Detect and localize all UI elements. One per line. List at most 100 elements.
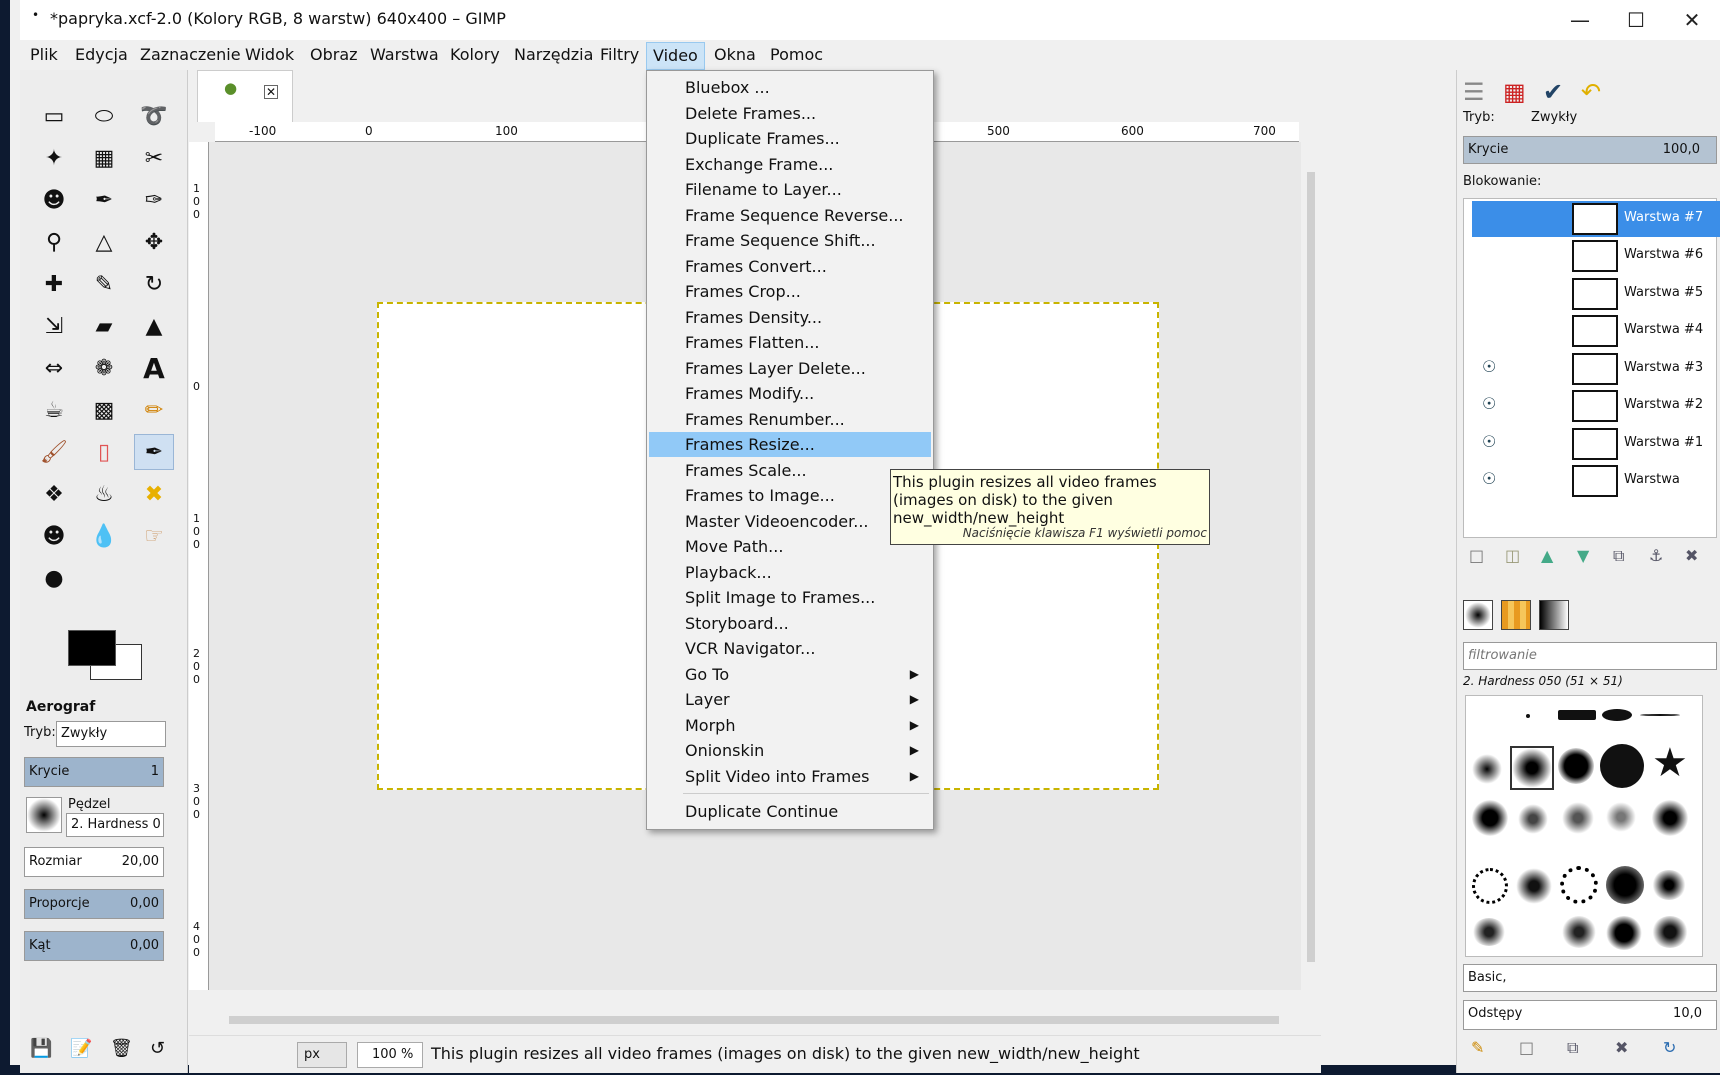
menu-item-frame-sequence-reverse[interactable]: Frame Sequence Reverse... — [649, 203, 931, 228]
foreground-select-icon[interactable]: ☻ — [34, 182, 74, 218]
ellipse-select-icon[interactable]: ⬭ — [84, 98, 124, 134]
brush-swatch[interactable] — [1560, 866, 1598, 904]
angle-slider[interactable]: Kąt 0,00 — [24, 931, 164, 961]
menu-obraz[interactable]: Obraz — [310, 44, 358, 68]
menu-narzedzia[interactable]: Narzędzia — [514, 44, 593, 68]
brush-filter-input[interactable]: filtrowanie — [1463, 642, 1717, 670]
visibility-eye-icon[interactable]: ☉ — [1482, 357, 1496, 376]
brush-swatch[interactable] — [1606, 802, 1636, 832]
menu-item-split-video-into-frames[interactable]: Split Video into Frames ▶ — [649, 764, 931, 789]
menu-item-layer[interactable]: Layer ▶ — [649, 687, 931, 712]
brush-select[interactable]: 2. Hardness 0 — [66, 813, 164, 837]
menu-item-playback[interactable]: Playback... — [649, 560, 931, 585]
flip-icon[interactable]: ⇔ — [34, 350, 74, 386]
scale-icon[interactable]: ⇲ — [34, 308, 74, 344]
menu-item-frames-density[interactable]: Frames Density... — [649, 305, 931, 330]
new-brush-icon[interactable]: □ — [1519, 1038, 1534, 1057]
visibility-eye-icon[interactable]: ☉ — [1482, 394, 1496, 413]
scroll-thumb[interactable] — [1307, 172, 1315, 962]
move-icon[interactable]: ✥ — [134, 224, 174, 260]
ink-icon[interactable]: ❖ — [34, 476, 74, 512]
refresh-brushes-icon[interactable]: ↻ — [1663, 1038, 1676, 1057]
edit-brush-icon[interactable]: ✎ — [1471, 1038, 1484, 1057]
duplicate-brush-icon[interactable]: ⧉ — [1567, 1038, 1578, 1058]
patterns-tab-icon[interactable] — [1501, 600, 1531, 630]
layer-row[interactable]: ☉ Warstwa #1 — [1472, 426, 1720, 462]
menu-kolory[interactable]: Kolory — [450, 44, 500, 68]
layers-tab-icon[interactable]: ☰ — [1463, 78, 1485, 106]
menu-item-frames-renumber[interactable]: Frames Renumber... — [649, 407, 931, 432]
perspective-clone-icon[interactable]: ☻ — [34, 518, 74, 554]
paths-icon[interactable]: ✒ — [84, 182, 124, 218]
menu-item-frames-layer-delete[interactable]: Frames Layer Delete... — [649, 356, 931, 381]
brush-swatch[interactable] — [1606, 916, 1642, 950]
layer-row[interactable]: Warstwa #4 — [1472, 313, 1720, 349]
minimize-button[interactable]: — — [1552, 0, 1608, 40]
close-tab-icon[interactable]: ✕ — [264, 85, 278, 99]
rect-select-icon[interactable]: ▭ — [34, 98, 74, 134]
menu-item-duplicate-frames[interactable]: Duplicate Frames... — [649, 126, 931, 151]
brush-swatch[interactable] — [1600, 744, 1644, 788]
menu-widok[interactable]: Widok — [245, 44, 294, 68]
dodge-burn-icon[interactable]: ● — [34, 560, 74, 596]
menu-item-vcr-navigator[interactable]: VCR Navigator... — [649, 636, 931, 661]
heal-icon[interactable]: ✖ — [134, 476, 174, 512]
mode-select[interactable]: Zwykły — [56, 721, 166, 747]
scissors-icon[interactable]: ✂ — [134, 140, 174, 176]
horizontal-scrollbar[interactable] — [209, 1010, 1301, 1030]
layer-row[interactable]: ☉ Warstwa #3 — [1472, 351, 1720, 387]
gradient-icon[interactable]: ▩ — [84, 392, 124, 428]
brush-swatch[interactable] — [1558, 748, 1594, 784]
unit-select[interactable]: px — [297, 1042, 347, 1068]
zoom-select[interactable]: 100 % — [357, 1042, 423, 1068]
brush-swatch[interactable] — [1640, 714, 1680, 716]
brush-preview[interactable] — [26, 797, 62, 833]
menu-item-filename-to-layer[interactable]: Filename to Layer... — [649, 177, 931, 202]
menu-item-exchange-frame[interactable]: Exchange Frame... — [649, 152, 931, 177]
image-tab[interactable]: ● ✕ — [197, 70, 293, 122]
menu-zaznaczenie[interactable]: Zaznaczenie — [140, 44, 241, 68]
delete-options-icon[interactable]: 🗑 — [110, 1038, 133, 1059]
brush-swatch[interactable] — [1516, 868, 1552, 904]
menu-okna[interactable]: Okna — [714, 44, 756, 68]
menu-item-split-image-to-frames[interactable]: Split Image to Frames... — [649, 585, 931, 610]
duplicate-layer-icon[interactable]: ⧉ — [1613, 546, 1624, 566]
anchor-layer-icon[interactable]: ⚓ — [1649, 546, 1663, 565]
menu-item-duplicate-continue[interactable]: Duplicate Continue — [649, 799, 931, 824]
brush-swatch[interactable] — [1652, 916, 1688, 948]
smudge-icon[interactable]: ☞ — [134, 518, 174, 554]
menu-item-frames-flatten[interactable]: Frames Flatten... — [649, 330, 931, 355]
cage-icon[interactable]: ❁ — [84, 350, 124, 386]
new-layer-icon[interactable]: □ — [1469, 546, 1484, 565]
menu-item-delete-frames[interactable]: Delete Frames... — [649, 101, 931, 126]
brushes-tab-icon[interactable] — [1463, 600, 1493, 630]
menu-item-frames-scale[interactable]: Frames Scale... — [649, 458, 931, 483]
save-options-icon[interactable]: 💾 — [30, 1038, 52, 1059]
lasso-icon[interactable]: ➰ — [134, 98, 174, 134]
menu-item-go-to[interactable]: Go To ▶ — [649, 662, 931, 687]
visibility-eye-icon[interactable]: ☉ — [1482, 432, 1496, 451]
shear-icon[interactable]: ▰ — [84, 308, 124, 344]
layer-mode-value[interactable]: Zwykły — [1531, 110, 1577, 125]
layer-row[interactable]: Warstwa #5 — [1472, 276, 1720, 312]
brush-swatch[interactable] — [1472, 800, 1508, 836]
layer-row[interactable]: Warstwa #6 — [1472, 238, 1720, 274]
brush-swatch[interactable] — [1472, 868, 1508, 904]
menu-item-frames-crop[interactable]: Frames Crop... — [649, 279, 931, 304]
scroll-thumb[interactable] — [229, 1016, 1279, 1024]
fuzzy-select-icon[interactable]: ✦ — [34, 140, 74, 176]
foreground-color[interactable] — [68, 630, 116, 666]
opacity-slider[interactable]: Krycie 1 — [24, 757, 164, 787]
color-picker-icon[interactable]: ✑ — [134, 182, 174, 218]
delete-brush-icon[interactable]: ✖ — [1615, 1038, 1628, 1057]
menu-item-frames-resize[interactable]: Frames Resize... — [649, 432, 931, 457]
brush-swatch[interactable] — [1472, 754, 1502, 784]
lower-layer-icon[interactable]: ▼ — [1577, 546, 1589, 565]
clone-icon[interactable]: ♨ — [84, 476, 124, 512]
vertical-scrollbar[interactable] — [1301, 142, 1321, 990]
brush-swatch[interactable] — [1606, 866, 1644, 904]
menu-item-move-path[interactable]: Move Path... — [649, 534, 931, 559]
brush-swatch[interactable] — [1652, 870, 1686, 900]
crop-icon[interactable]: ✎ — [84, 266, 124, 302]
menu-filtry[interactable]: Filtry — [600, 44, 639, 68]
